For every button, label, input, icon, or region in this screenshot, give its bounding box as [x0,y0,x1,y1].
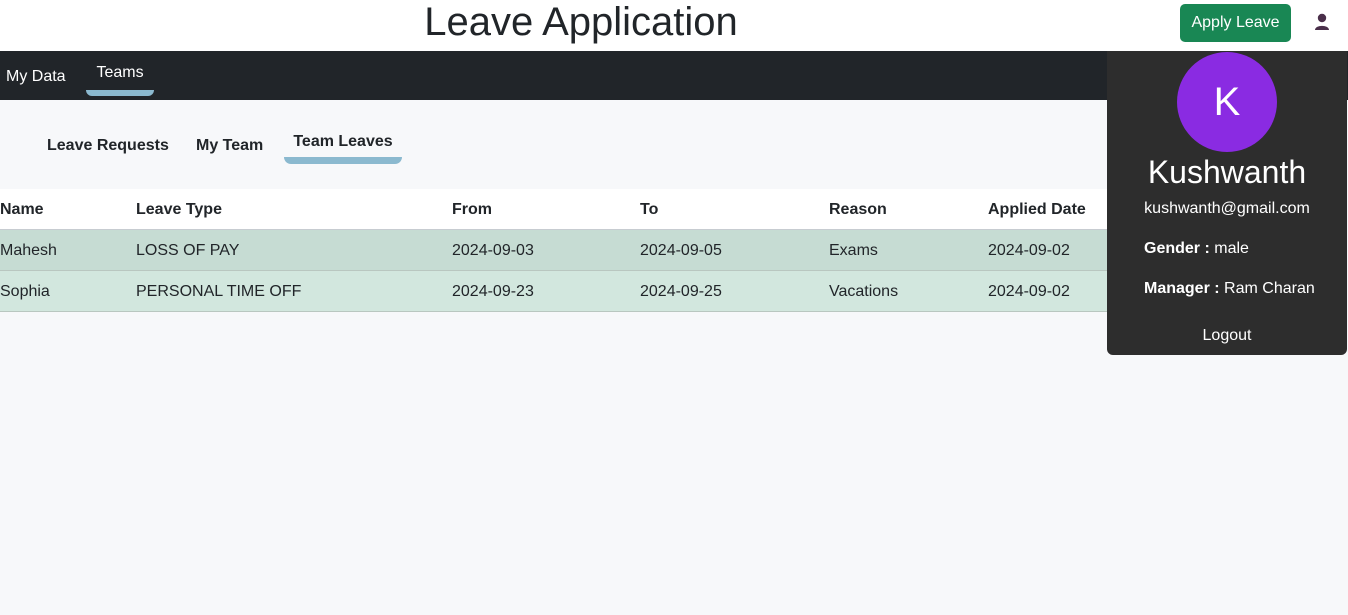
apply-leave-button[interactable]: Apply Leave [1180,4,1291,42]
manager-label: Manager : [1144,280,1220,297]
cell-leave-type: LOSS OF PAY [136,242,240,259]
cell-from: 2024-09-23 [452,283,534,300]
nav-item-my-data[interactable]: My Data [6,52,66,101]
profile-gender: Gender : male [1144,237,1249,261]
gender-value: male [1214,240,1249,257]
active-tab-indicator [284,157,402,164]
header: Leave Application Apply Leave [0,0,1348,51]
manager-value: Ram Charan [1224,280,1315,297]
avatar: K [1177,52,1277,152]
column-header-from: From [452,201,492,218]
active-nav-indicator [86,90,154,96]
cell-applied-date: 2024-09-02 [988,283,1070,300]
logout-button[interactable]: Logout [1107,324,1347,348]
cell-applied-date: 2024-09-02 [988,242,1070,259]
table-row: Mahesh LOSS OF PAY 2024-09-03 2024-09-05… [0,230,1107,271]
column-header-applied-date: Applied Date [988,201,1086,218]
user-icon[interactable] [1312,12,1332,34]
cell-name: Sophia [0,283,50,300]
cell-from: 2024-09-03 [452,242,534,259]
cell-leave-type: PERSONAL TIME OFF [136,283,302,300]
cell-reason: Vacations [829,283,899,300]
cell-to: 2024-09-05 [640,242,722,259]
tab-my-team[interactable]: My Team [196,132,263,160]
profile-email: kushwanth@gmail.com [1144,200,1310,217]
column-header-name: Name [0,201,44,218]
page-title: Leave Application [424,0,738,44]
table-header: Name Leave Type From To Reason Applied D… [0,189,1107,230]
column-header-leave-type: Leave Type [136,201,222,218]
cell-name: Mahesh [0,242,57,259]
profile-dropdown: K Kushwanth kushwanth@gmail.com Gender :… [1107,51,1347,355]
cell-reason: Exams [829,242,878,259]
leave-application-page: Leave Application Apply Leave My Data Te… [0,0,1348,615]
column-header-to: To [640,201,659,218]
user-silhouette-icon [1315,13,1329,30]
table-row: Sophia PERSONAL TIME OFF 2024-09-23 2024… [0,271,1107,312]
profile-manager: Manager : Ram Charan [1144,277,1315,301]
tab-team-leaves[interactable]: Team Leaves [284,128,402,156]
tab-leave-requests[interactable]: Leave Requests [47,132,169,160]
gender-label: Gender : [1144,240,1210,257]
profile-name: Kushwanth [1147,154,1307,190]
column-header-reason: Reason [829,201,887,218]
team-leaves-table: Name Leave Type From To Reason Applied D… [0,189,1107,312]
cell-to: 2024-09-25 [640,283,722,300]
